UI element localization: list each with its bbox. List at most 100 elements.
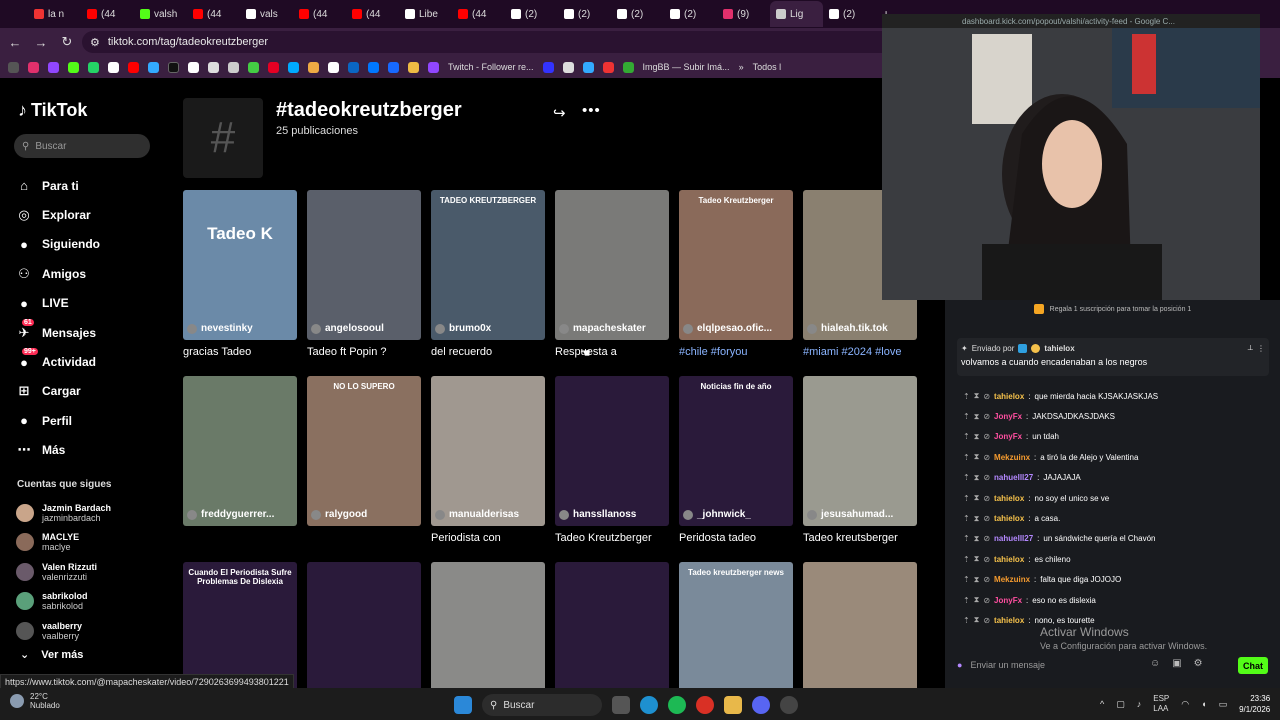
video-caption[interactable]: #chile #foryou (679, 346, 793, 358)
video-caption[interactable]: Periodista con (431, 532, 545, 544)
pin-icon[interactable]: ⇡ (963, 534, 970, 543)
nav-item-activity[interactable]: ● 99+ Actividad (16, 347, 166, 376)
bookmark-kick-icon[interactable] (68, 61, 79, 73)
timeout-icon[interactable]: ⧗ (974, 534, 980, 544)
video-thumbnail[interactable]: jesusahumad... (803, 376, 917, 526)
start-icon[interactable] (454, 696, 472, 714)
bookmark-icon[interactable] (562, 61, 574, 73)
pinned-by-user[interactable]: tahielox (1044, 344, 1074, 353)
following-account[interactable]: Valen Rizzuti valenrizzuti (16, 557, 166, 587)
video-author[interactable]: brumo0x (435, 323, 491, 334)
bookmark-todos[interactable]: Todos l (753, 62, 782, 72)
bookmark-youtube-icon[interactable] (128, 61, 139, 73)
send-chat-button[interactable]: Chat (1238, 657, 1268, 674)
bookmark-imgbb-icon[interactable] (622, 61, 634, 73)
video-author[interactable]: mapacheskater (559, 323, 646, 334)
video-card[interactable]: angelosooul Tadeo ft Popin ? (307, 190, 421, 358)
video-caption[interactable]: Tadeo kreutsberger (803, 532, 917, 544)
browser-tab[interactable]: (2) (664, 1, 717, 27)
pin-icon[interactable]: ⇡ (963, 494, 970, 503)
gift-icon[interactable]: ▣ (1172, 658, 1181, 669)
back-icon[interactable]: ← (8, 35, 22, 50)
video-thumbnail[interactable]: Tadeo Kreutzberger elqlpesao.ofic... (679, 190, 793, 340)
timeout-icon[interactable]: ⧗ (974, 493, 980, 503)
bookmark-twitch-follower[interactable]: Twitch - Follower re... (448, 62, 534, 72)
chat-username[interactable]: tahielox (994, 555, 1024, 564)
chat-input[interactable]: ● Enviar un mensaje (957, 656, 1157, 674)
tray-mic-icon[interactable]: ♪ (1137, 699, 1142, 709)
video-thumbnail[interactable] (307, 562, 421, 688)
bookmark-icon[interactable] (368, 61, 379, 73)
ban-icon[interactable]: ⊘ (983, 555, 990, 564)
nav-item-compass[interactable]: ◎ Explorar (16, 200, 166, 229)
nav-item-upload[interactable]: ⊞ Cargar (16, 377, 166, 406)
keyboard-language[interactable]: ESP LAA (1153, 694, 1169, 714)
video-thumbnail[interactable]: Cuando El Periodista Sufre Problemas De … (183, 562, 297, 688)
video-card[interactable]: manualderisas Periodista con (431, 376, 545, 544)
chat-username[interactable]: JonyFx (994, 596, 1022, 605)
ban-icon[interactable]: ⊘ (983, 494, 990, 503)
video-caption[interactable]: Tadeo Kreutzberger (555, 532, 669, 544)
bookmark-icon[interactable] (582, 61, 594, 73)
bookmark-icon[interactable] (188, 61, 199, 73)
timeout-icon[interactable]: ⧗ (974, 595, 980, 605)
video-author[interactable]: _johnwick_ (683, 509, 751, 520)
settings-icon[interactable]: ⚙ (1194, 658, 1203, 669)
video-card[interactable]: freddyguerrer... (183, 376, 297, 526)
clock[interactable]: 23:36 9/1/2026 (1239, 693, 1270, 715)
reload-icon[interactable]: ↻ (60, 34, 74, 50)
chat-username[interactable]: JonyFx (994, 412, 1022, 421)
volume-icon[interactable]: ◖ (1201, 699, 1206, 709)
nav-item-friends[interactable]: ⚇ Amigos (16, 259, 166, 288)
browser-tab[interactable]: Libe (399, 1, 452, 27)
edge-icon[interactable] (640, 696, 658, 714)
ban-icon[interactable]: ⊘ (983, 432, 990, 441)
browser-tab[interactable]: (2) (505, 1, 558, 27)
browser-tab[interactable]: (44 (452, 1, 505, 27)
bookmark-icon[interactable] (208, 61, 219, 73)
video-thumbnail[interactable] (555, 562, 669, 688)
video-card[interactable]: Tadeo K nevestinky gracias Tadeo (183, 190, 297, 358)
video-caption[interactable]: gracias Tadeo (183, 346, 297, 358)
video-caption[interactable]: Respuesta a (555, 346, 669, 358)
ban-icon[interactable]: ⊘ (983, 392, 990, 401)
emote-icon[interactable]: ☺ (1150, 658, 1160, 669)
pin-icon[interactable]: ⇡ (963, 514, 970, 523)
video-card[interactable]: Noticias fin de año _johnwick_ Peridosta t… (679, 376, 793, 544)
browser-tab[interactable]: (44 (293, 1, 346, 27)
video-author[interactable]: nevestinky (187, 323, 253, 334)
bookmark-icon[interactable] (602, 61, 614, 73)
ban-icon[interactable]: ⊘ (983, 575, 990, 584)
app-icon[interactable] (780, 696, 798, 714)
following-account[interactable]: vaalberry vaalberry (16, 616, 166, 646)
pin-icon[interactable]: ⇡ (963, 392, 970, 401)
chat-username[interactable]: Mekzuinx (994, 575, 1030, 584)
bookmark-instagram-icon[interactable] (28, 61, 39, 73)
bookmark-icon[interactable] (148, 61, 159, 73)
apps-icon[interactable] (8, 61, 19, 73)
video-thumbnail[interactable]: Tadeo kreutzberger news (679, 562, 793, 688)
video-author[interactable]: angelosooul (311, 323, 384, 334)
chat-username[interactable]: nahuelll27 (994, 473, 1033, 482)
tray-app-icon[interactable]: ▢ (1116, 699, 1125, 710)
video-thumbnail[interactable]: Noticias fin de año _johnwick_ (679, 376, 793, 526)
chevron-up-icon[interactable]: ^ (1100, 699, 1104, 709)
battery-icon[interactable]: ▭ (1219, 699, 1228, 710)
browser-tab[interactable]: (9) (717, 1, 770, 27)
file-explorer-icon[interactable] (724, 696, 742, 714)
video-thumbnail[interactable]: mapacheskater (555, 190, 669, 340)
tiktok-logo[interactable]: ♪ TikTok (18, 100, 87, 121)
browser-tab[interactable]: (2) (611, 1, 664, 27)
pin-icon[interactable]: ⇡ (963, 616, 970, 625)
nav-item-home[interactable]: ⌂ Para ti (16, 171, 166, 200)
timeout-icon[interactable]: ⧗ (974, 391, 980, 401)
bookmark-x-icon[interactable] (108, 61, 119, 73)
timeout-icon[interactable]: ⧗ (974, 412, 980, 422)
bookmark-tiktok-icon[interactable] (168, 61, 179, 73)
video-thumbnail[interactable]: freddyguerrer... (183, 376, 297, 526)
task-view-icon[interactable] (612, 696, 630, 714)
browser-tab[interactable]: vals (240, 1, 293, 27)
video-card[interactable]: mapacheskater Respuesta a (555, 190, 669, 358)
timeout-icon[interactable]: ⧗ (974, 514, 980, 524)
video-caption[interactable]: del recuerdo (431, 346, 545, 358)
